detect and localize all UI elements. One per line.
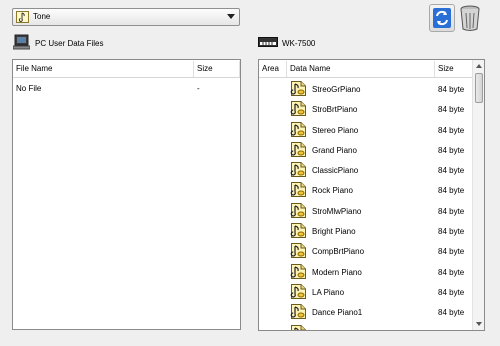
- tone-category-dropdown[interactable]: Tone: [12, 8, 240, 26]
- data-size: 84 byte: [438, 287, 465, 297]
- data-size: 84 byte: [438, 105, 465, 115]
- data-size: 84 byte: [438, 125, 465, 135]
- tone-file-icon: [290, 202, 307, 219]
- table-row[interactable]: 4 Grand Piano 84 byte: [259, 140, 472, 160]
- data-size: 84 byte: [438, 145, 465, 155]
- keyboard-icon: [258, 37, 278, 47]
- tone-file-icon: [290, 80, 307, 97]
- table-row[interactable]: 5 ClassicPiano 84 byte: [259, 160, 472, 180]
- data-size: 84 byte: [438, 206, 465, 216]
- chevron-down-icon: [227, 14, 235, 19]
- data-size: 84 byte: [438, 166, 465, 176]
- sync-icon: [433, 8, 451, 28]
- vertical-scrollbar[interactable]: [472, 60, 484, 330]
- table-row[interactable]: 3 Stereo Piano 84 byte: [259, 120, 472, 140]
- column-header-size[interactable]: Size: [197, 64, 213, 73]
- keyboard-data-list-header: Area Data Name Size: [259, 60, 472, 78]
- table-row[interactable]: 7 StroMlwPiano 84 byte: [259, 201, 472, 221]
- keyboard-data-list[interactable]: Area Data Name Size 1 StreoGrPiano 84 by…: [258, 59, 485, 331]
- column-header-file-name[interactable]: File Name: [16, 64, 52, 73]
- list-item[interactable]: No File -: [13, 80, 240, 97]
- column-header-data-name[interactable]: Data Name: [290, 64, 330, 73]
- data-size: 84 byte: [438, 85, 465, 94]
- tone-icon: [16, 11, 29, 23]
- delete-button[interactable]: [458, 4, 482, 32]
- tone-file-icon: [290, 303, 307, 320]
- table-row[interactable]: 6 Rock Piano 84 byte: [259, 180, 472, 200]
- tone-file-icon: [290, 121, 307, 138]
- tone-file-icon: [290, 283, 307, 300]
- sync-button[interactable]: [429, 4, 455, 32]
- data-name: ClassicPiano: [312, 166, 359, 176]
- data-name: StroBrtPiano: [312, 105, 358, 115]
- column-header-size[interactable]: Size: [438, 64, 454, 73]
- pc-file-list-header: File Name Size: [13, 60, 240, 78]
- data-size: 84 byte: [438, 247, 465, 257]
- data-name: CompBrtPiano: [312, 247, 365, 257]
- tone-file-icon: [290, 141, 307, 158]
- table-row[interactable]: 1 StreoGrPiano 84 byte: [259, 79, 472, 99]
- tone-file-icon: [290, 263, 307, 280]
- pc-file-list[interactable]: File Name Size No File -: [12, 59, 241, 330]
- scroll-thumb[interactable]: [475, 73, 483, 103]
- table-row[interactable]: 8 Bright Piano 84 byte: [259, 221, 472, 241]
- data-name: StroMlwPiano: [312, 206, 362, 216]
- column-divider[interactable]: [434, 61, 435, 77]
- tone-file-icon: [290, 324, 307, 330]
- data-size: 84 byte: [438, 308, 465, 318]
- scroll-up-arrow[interactable]: [473, 60, 484, 72]
- data-name: StreoGrPiano: [312, 85, 361, 94]
- table-row[interactable]: 9 CompBrtPiano 84 byte: [259, 241, 472, 261]
- data-size: 84 byte: [438, 329, 464, 330]
- data-name: Stereo Piano: [312, 125, 359, 135]
- column-header-area[interactable]: Area: [262, 64, 279, 73]
- data-name: Bright Piano: [312, 227, 356, 237]
- tone-file-icon: [290, 161, 307, 178]
- dropdown-selected-value: Tone: [33, 12, 51, 21]
- file-size: -: [197, 84, 200, 93]
- trash-icon: [460, 5, 480, 31]
- pc-files-title: PC User Data Files: [35, 39, 104, 48]
- column-divider[interactable]: [286, 61, 287, 77]
- computer-icon: [12, 34, 31, 50]
- data-size: 84 byte: [438, 227, 465, 237]
- tone-file-icon: [290, 242, 307, 259]
- table-row[interactable]: 12 Dance Piano1 84 byte: [259, 302, 472, 322]
- data-name: Modern Piano: [312, 267, 362, 277]
- table-row[interactable]: 10 Modern Piano 84 byte: [259, 262, 472, 282]
- column-divider[interactable]: [193, 61, 194, 77]
- keyboard-files-title: WK-7500: [282, 39, 316, 48]
- table-row[interactable]: 2 StroBrtPiano 84 byte: [259, 99, 472, 119]
- data-rows: 1 StreoGrPiano 84 byte 2 StroBrtPiano 8: [259, 79, 472, 330]
- data-name: Dance Piano1: [312, 308, 363, 318]
- tone-file-icon: [290, 181, 307, 198]
- table-row[interactable]: 11 LA Piano 84 byte: [259, 282, 472, 302]
- data-name: LA Piano: [312, 287, 345, 297]
- data-name: Dance Piano2: [312, 329, 362, 330]
- table-row[interactable]: 13 Dance Piano2 84 byte: [259, 323, 472, 330]
- file-name: No File: [16, 84, 42, 93]
- column-divider[interactable]: [239, 61, 240, 77]
- data-name: Grand Piano: [312, 145, 357, 155]
- data-size: 84 byte: [438, 186, 465, 196]
- data-size: 84 byte: [438, 267, 465, 277]
- data-name: Rock Piano: [312, 186, 353, 196]
- scroll-down-arrow[interactable]: [473, 318, 484, 330]
- tone-file-icon: [290, 222, 307, 239]
- tone-file-icon: [290, 100, 307, 117]
